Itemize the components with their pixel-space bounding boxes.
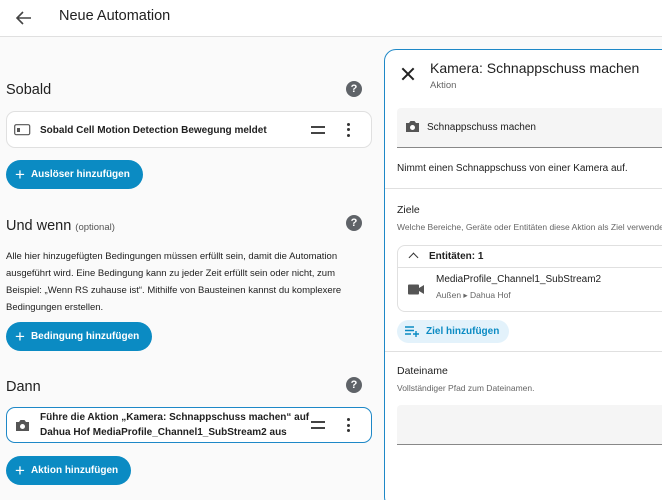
camera-icon (405, 120, 420, 138)
help-icon[interactable]: ? (346, 377, 362, 393)
filename-input[interactable] (397, 405, 662, 445)
add-target-label: Ziel hinzufügen (426, 326, 500, 337)
section-title-dann: Dann (6, 379, 41, 395)
more-vert-icon[interactable] (342, 418, 354, 432)
video-camera-icon (408, 282, 424, 300)
top-app-bar: Neue Automation (0, 0, 662, 37)
optional-label: (optional) (75, 222, 115, 233)
playlist-add-icon (405, 326, 420, 337)
help-icon[interactable]: ? (346, 215, 362, 231)
automation-editor: Sobald ? Sobald Cell Motion Detection Be… (0, 37, 384, 500)
motion-sensor-icon (13, 122, 31, 138)
targets-label: Ziele (397, 204, 420, 216)
action-detail-panel: Kamera: Schnappschuss machen Aktion Schn… (384, 49, 662, 500)
filename-label: Dateiname (397, 365, 448, 377)
divider (385, 351, 662, 352)
add-condition-label: Bedingung hinzufügen (30, 331, 140, 342)
drag-handle-icon[interactable] (311, 421, 325, 429)
entities-header[interactable]: Entitäten: 1 (398, 246, 662, 268)
help-icon[interactable]: ? (346, 81, 362, 97)
add-trigger-button[interactable]: + Auslöser hinzufügen (6, 160, 143, 189)
plus-icon: + (15, 461, 25, 480)
drag-handle-icon[interactable] (311, 125, 325, 134)
conditions-description: Alle hier hinzugefügten Bedingungen müss… (6, 251, 342, 313)
more-vert-icon[interactable] (342, 122, 354, 137)
add-trigger-label: Auslöser hinzufügen (30, 169, 130, 180)
action-select[interactable]: Schnappschuss machen (397, 108, 662, 148)
entities-count: Entitäten: 1 (429, 251, 484, 262)
panel-title: Kamera: Schnappschuss machen (430, 60, 640, 76)
und-wenn-title: Und wenn (6, 218, 72, 234)
add-action-button[interactable]: + Aktion hinzufügen (6, 456, 132, 485)
page-title: Neue Automation (59, 8, 171, 24)
arrow-left-icon (16, 11, 31, 25)
trigger-label: Sobald Cell Motion Detection Bewegung me… (40, 125, 267, 136)
chevron-up-icon[interactable] (408, 252, 419, 263)
action-card[interactable]: Führe die Aktion „Kamera: Schnappschuss … (6, 407, 372, 443)
entities-group: Entitäten: 1 MediaProfile_Channel1_SubSt… (397, 245, 662, 312)
plus-icon: + (15, 165, 25, 184)
action-select-value: Schnappschuss machen (427, 122, 536, 133)
back-button[interactable] (13, 7, 35, 29)
trigger-card[interactable]: Sobald Cell Motion Detection Bewegung me… (6, 111, 372, 148)
add-target-button[interactable]: Ziel hinzufügen (397, 320, 510, 343)
action-label-line2: Dahua Hof MediaProfile_Channel1_SubStrea… (40, 427, 287, 438)
section-title-und-wenn: Und wenn (optional) (6, 218, 115, 234)
filename-hint: Vollständiger Pfad zum Dateinamen. (397, 383, 535, 393)
action-label-line1: Führe die Aktion „Kamera: Schnappschuss … (40, 412, 310, 423)
close-icon[interactable] (401, 67, 415, 81)
section-title-sobald: Sobald (6, 82, 52, 98)
add-action-label: Aktion hinzufügen (30, 465, 119, 476)
entity-name[interactable]: MediaProfile_Channel1_SubStream2 (436, 274, 601, 285)
plus-icon: + (15, 327, 25, 346)
camera-icon (13, 417, 31, 433)
action-description: Nimmt einen Schnappschuss von einer Kame… (397, 163, 628, 174)
action-label: Führe die Aktion „Kamera: Schnappschuss … (40, 410, 309, 440)
panel-subtitle: Aktion (430, 80, 457, 91)
targets-hint: Welche Bereiche, Geräte oder Entitäten d… (397, 222, 662, 232)
divider (385, 188, 662, 189)
entity-path: Außen ▸ Dahua Hof (436, 290, 511, 300)
add-condition-button[interactable]: + Bedingung hinzufügen (6, 322, 153, 351)
